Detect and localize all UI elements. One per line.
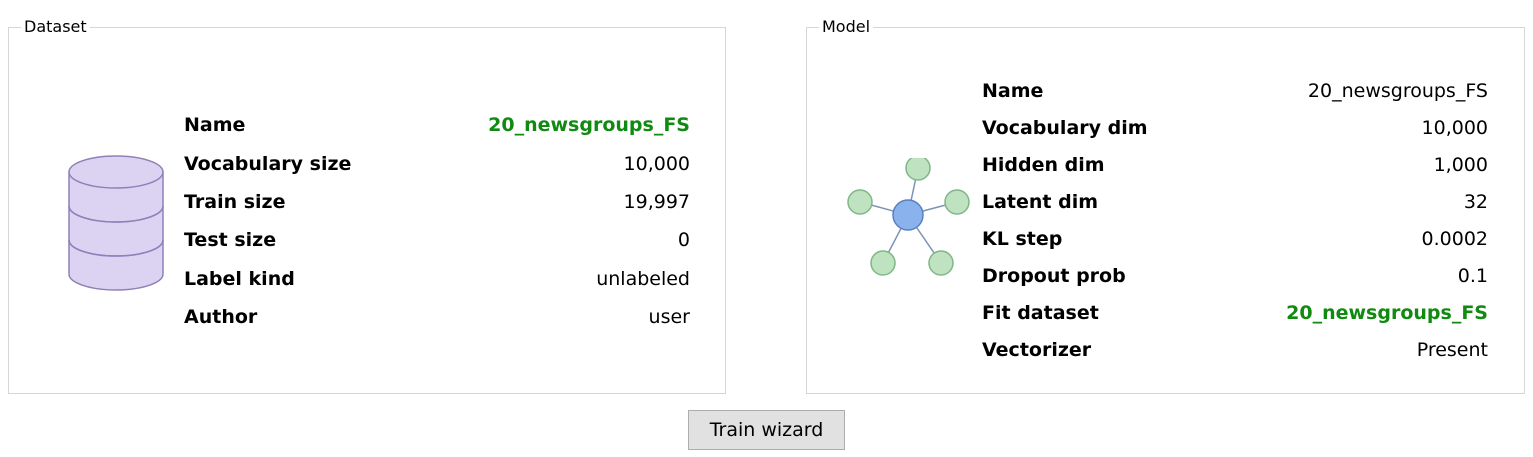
dataset-row-label-kind: Label kind unlabeled — [184, 260, 690, 298]
model-info-list: Name 20_newsgroups_FS Vocabulary dim 10,000… — [982, 72, 1488, 368]
model-row-latent-dim: Latent dim 32 — [982, 183, 1488, 220]
dataset-group-title: Dataset — [21, 18, 90, 36]
dataset-field-label: Train size — [184, 190, 286, 213]
dataset-field-value: 10,000 — [623, 152, 690, 175]
dataset-row-test-size: Test size 0 — [184, 221, 690, 259]
dataset-field-value: user — [648, 306, 690, 329]
model-row-vectorizer: Vectorizer Present — [982, 331, 1488, 368]
model-field-label: Vocabulary dim — [982, 116, 1148, 139]
model-field-label: Hidden dim — [982, 153, 1105, 176]
dataset-field-label: Author — [184, 306, 258, 329]
dataset-field-label: Name — [184, 114, 246, 137]
dataset-field-label: Vocabulary size — [184, 152, 352, 175]
model-field-value: 0.0002 — [1421, 227, 1488, 250]
model-field-label: Vectorizer — [982, 338, 1092, 361]
dataset-row-name: Name 20_newsgroups_FS — [184, 106, 690, 144]
model-row-hidden-dim: Hidden dim 1,000 — [982, 146, 1488, 183]
model-field-value: 0.1 — [1457, 264, 1488, 287]
model-field-label: Dropout prob — [982, 264, 1126, 287]
dataset-field-label: Test size — [184, 229, 277, 252]
dataset-field-value: 20_newsgroups_FS — [488, 114, 690, 137]
model-field-label: Fit dataset — [982, 301, 1099, 324]
model-field-value: 20_newsgroups_FS — [1286, 301, 1488, 324]
model-field-value: 10,000 — [1421, 116, 1488, 139]
model-field-label: Name — [982, 79, 1044, 102]
database-icon — [68, 155, 164, 291]
dataset-field-value: 19,997 — [623, 190, 690, 213]
model-row-dropout-prob: Dropout prob 0.1 — [982, 257, 1488, 294]
train-wizard-button[interactable]: Train wizard — [688, 410, 845, 450]
model-row-name: Name 20_newsgroups_FS — [982, 72, 1488, 109]
dataset-field-value: unlabeled — [596, 267, 690, 290]
model-row-fit-dataset: Fit dataset 20_newsgroups_FS — [982, 294, 1488, 331]
dataset-field-label: Label kind — [184, 267, 295, 290]
model-field-label: KL step — [982, 227, 1063, 250]
dataset-row-train-size: Train size 19,997 — [184, 183, 690, 221]
model-row-kl-step: KL step 0.0002 — [982, 220, 1488, 257]
model-group-title: Model — [819, 18, 874, 36]
network-icon — [847, 158, 970, 276]
model-row-vocabulary-dim: Vocabulary dim 10,000 — [982, 109, 1488, 146]
model-field-value: 20_newsgroups_FS — [1307, 79, 1488, 102]
model-field-label: Latent dim — [982, 190, 1099, 213]
dataset-field-value: 0 — [677, 229, 690, 252]
model-field-value: 1,000 — [1433, 153, 1488, 176]
dataset-group: Dataset Name 20_newsgroups_FS Vocabulary s… — [8, 18, 726, 394]
dataset-row-vocabulary-size: Vocabulary size 10,000 — [184, 144, 690, 182]
model-group: Model Name 20_newsgroups_FS Vocabulary dim… — [806, 18, 1525, 394]
dataset-row-author: Author user — [184, 298, 690, 336]
model-field-value: 32 — [1463, 190, 1488, 213]
dataset-info-list: Name 20_newsgroups_FS Vocabulary size 10,00… — [184, 106, 690, 336]
model-field-value: Present — [1416, 338, 1488, 361]
